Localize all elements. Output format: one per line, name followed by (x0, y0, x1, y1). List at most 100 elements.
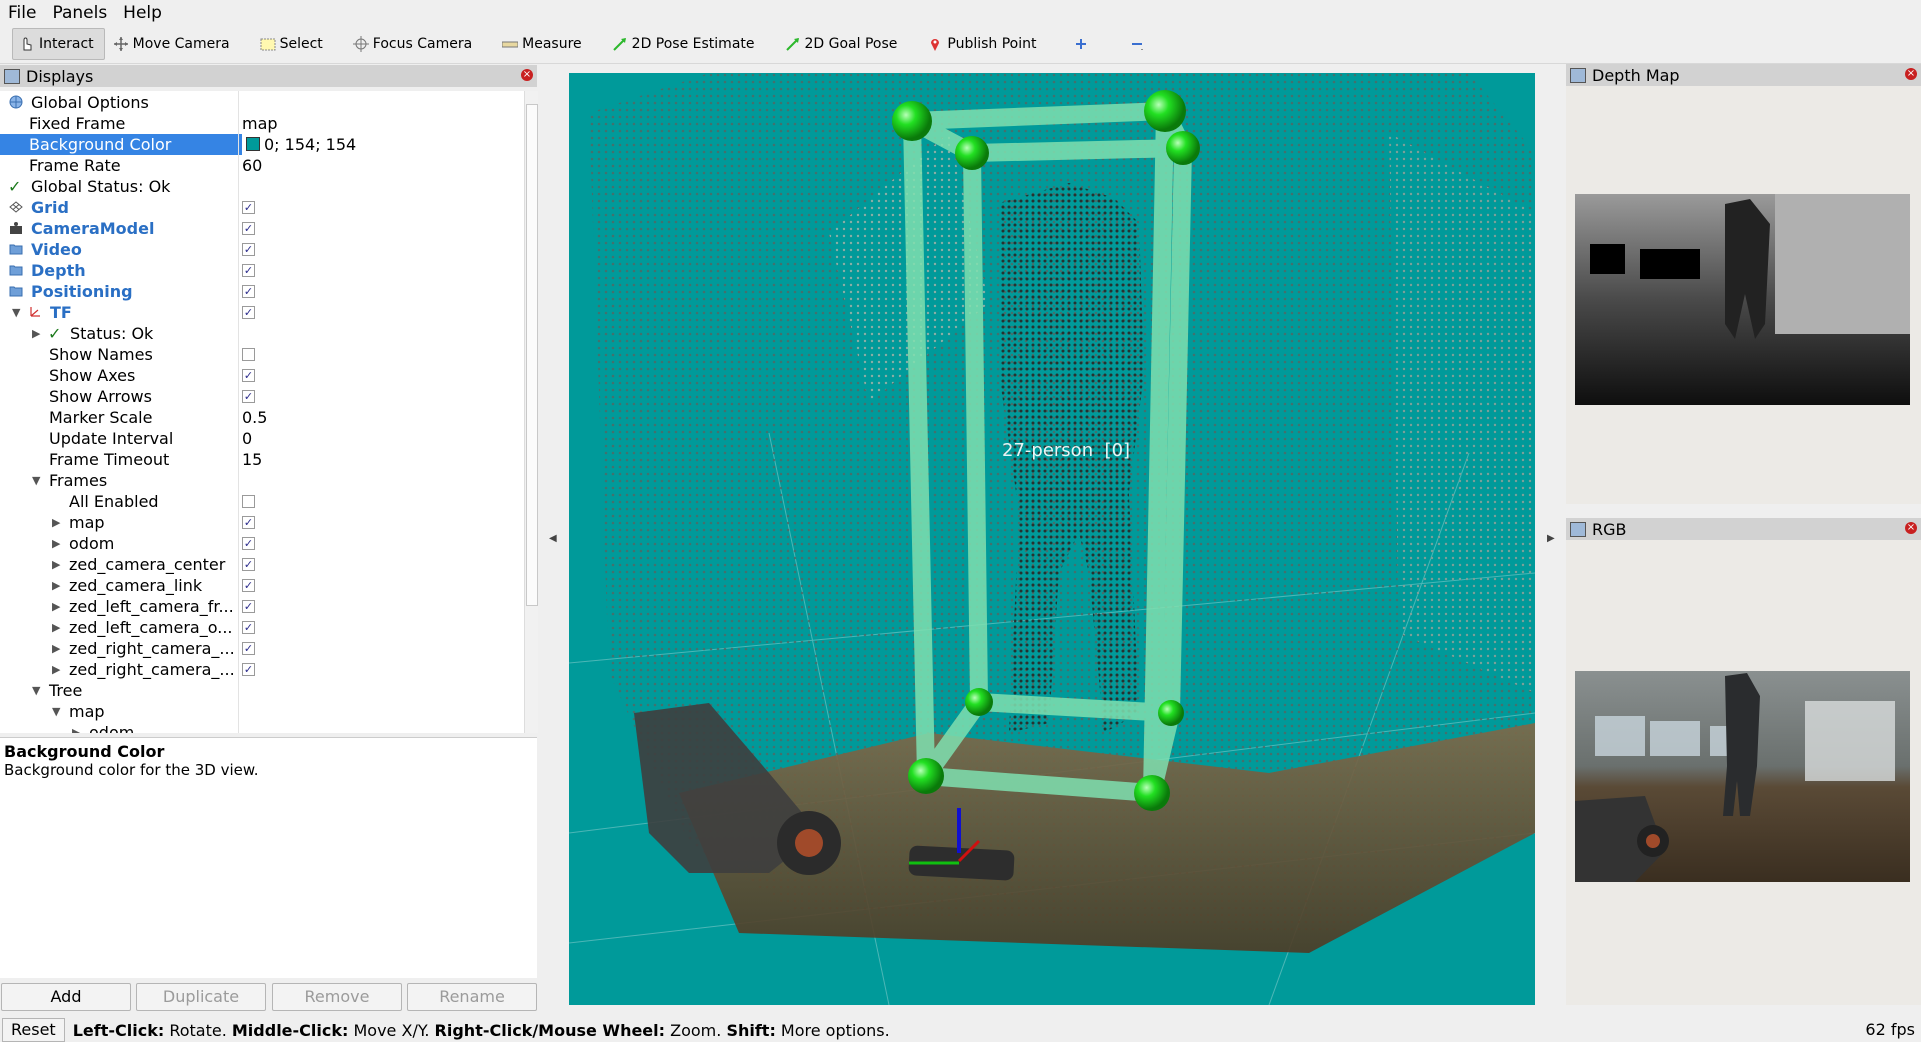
tree-row-all-enabled[interactable]: All Enabled (0, 491, 524, 512)
update-interval-value[interactable]: 0 (242, 428, 252, 449)
tree-row-video[interactable]: Video ✓ (0, 239, 524, 260)
tree-row-global-options[interactable]: Global Options (0, 92, 524, 113)
remove-tool-button[interactable] (1123, 29, 1159, 59)
frame-checkbox[interactable]: ✓ (242, 579, 255, 592)
expand-down-icon[interactable]: ▼ (32, 470, 40, 491)
publish-point-tool-button[interactable]: Publish Point (921, 29, 1046, 59)
remove-button[interactable]: Remove (272, 983, 402, 1011)
tree-row-frame-zed-camera-center[interactable]: ▶ zed_camera_center ✓ (0, 554, 524, 575)
tree-row-frame-rate[interactable]: Frame Rate 60 (0, 155, 524, 176)
video-checkbox[interactable]: ✓ (242, 243, 255, 256)
folder-icon (9, 265, 23, 276)
measure-tool-button[interactable]: Measure (496, 29, 592, 59)
reset-button[interactable]: Reset (2, 1018, 65, 1042)
expand-right-icon[interactable]: ▶ (52, 659, 60, 680)
expand-right-icon[interactable]: ▶ (52, 533, 60, 554)
collapse-left-arrow-icon[interactable]: ◀ (549, 533, 557, 544)
tree-row-update-interval[interactable]: Update Interval 0 (0, 428, 524, 449)
focus-camera-tool-button[interactable]: Focus Camera (347, 29, 482, 59)
close-icon[interactable]: × (1905, 522, 1917, 534)
tree-row-frame-zed-right-camera-1[interactable]: ▶ zed_right_camera_... ✓ (0, 638, 524, 659)
tree-row-show-names[interactable]: Show Names (0, 344, 524, 365)
show-arrows-checkbox[interactable]: ✓ (242, 390, 255, 403)
tf-axes-icon (30, 307, 40, 317)
tree-row-positioning[interactable]: Positioning ✓ (0, 281, 524, 302)
close-icon[interactable]: × (1905, 68, 1917, 80)
collapse-right-arrow-icon[interactable]: ▶ (1547, 533, 1555, 544)
tree-row-frame-zed-left-camera-optical[interactable]: ▶ zed_left_camera_o... ✓ (0, 617, 524, 638)
positioning-checkbox[interactable]: ✓ (242, 285, 255, 298)
close-icon[interactable]: × (521, 69, 533, 81)
tf-checkbox[interactable]: ✓ (242, 306, 255, 319)
show-axes-checkbox[interactable]: ✓ (242, 369, 255, 382)
menu-help[interactable]: Help (115, 3, 170, 23)
tree-row-depth[interactable]: Depth ✓ (0, 260, 524, 281)
expand-right-icon[interactable]: ▶ (52, 575, 60, 596)
rename-button[interactable]: Rename (407, 983, 537, 1011)
tree-row-marker-scale[interactable]: Marker Scale 0.5 (0, 407, 524, 428)
expand-right-icon[interactable]: ▶ (52, 638, 60, 659)
tree-row-tree-map[interactable]: ▼ map (0, 701, 524, 722)
expand-right-icon[interactable]: ▶ (72, 722, 80, 733)
tree-row-tree-odom[interactable]: ▶ odom (0, 722, 524, 733)
tree-row-fixed-frame[interactable]: Fixed Frame map (0, 113, 524, 134)
frame-checkbox[interactable]: ✓ (242, 600, 255, 613)
add-tool-button[interactable] (1067, 29, 1103, 59)
tree-row-camera-model[interactable]: CameraModel ✓ (0, 218, 524, 239)
frame-rate-value[interactable]: 60 (242, 155, 262, 176)
camera-model-checkbox[interactable]: ✓ (242, 222, 255, 235)
frame-checkbox[interactable]: ✓ (242, 558, 255, 571)
tree-row-frame-zed-camera-link[interactable]: ▶ zed_camera_link ✓ (0, 575, 524, 596)
tree-row-show-arrows[interactable]: Show Arrows ✓ (0, 386, 524, 407)
tree-scrollbar-thumb[interactable] (526, 104, 538, 606)
tree-row-frame-zed-right-camera-2[interactable]: ▶ zed_right_camera_... ✓ (0, 659, 524, 680)
tree-row-tf-status[interactable]: ▶ ✓ Status: Ok (0, 323, 524, 344)
frame-timeout-value[interactable]: 15 (242, 449, 262, 470)
grid-checkbox[interactable]: ✓ (242, 201, 255, 214)
menu-panels[interactable]: Panels (44, 3, 115, 23)
add-button[interactable]: Add (1, 983, 131, 1011)
marker-scale-value[interactable]: 0.5 (242, 407, 267, 428)
tree-label: zed_camera_link (69, 576, 203, 595)
frame-checkbox[interactable]: ✓ (242, 663, 255, 676)
tree-label: TF (50, 303, 72, 322)
tree-row-tree[interactable]: ▼ Tree (0, 680, 524, 701)
tree-row-frames[interactable]: ▼ Frames (0, 470, 524, 491)
duplicate-button[interactable]: Duplicate (136, 983, 266, 1011)
frame-checkbox[interactable]: ✓ (242, 642, 255, 655)
tree-row-frame-odom[interactable]: ▶ odom ✓ (0, 533, 524, 554)
background-color-value-cell[interactable]: 0; 154; 154 (242, 134, 524, 155)
depth-checkbox[interactable]: ✓ (242, 264, 255, 277)
tree-row-grid[interactable]: Grid ✓ (0, 197, 524, 218)
frame-checkbox[interactable]: ✓ (242, 621, 255, 634)
tree-row-show-axes[interactable]: Show Axes ✓ (0, 365, 524, 386)
fixed-frame-value[interactable]: map (242, 113, 278, 134)
tree-row-frame-timeout[interactable]: Frame Timeout 15 (0, 449, 524, 470)
select-tool-button[interactable]: Select (254, 29, 333, 59)
tree-label: Marker Scale (49, 408, 153, 427)
expand-right-icon[interactable]: ▶ (52, 512, 60, 533)
frame-checkbox[interactable]: ✓ (242, 537, 255, 550)
expand-down-icon[interactable]: ▼ (52, 701, 60, 722)
show-names-checkbox[interactable] (242, 348, 255, 361)
frame-checkbox[interactable]: ✓ (242, 516, 255, 529)
expand-right-icon[interactable]: ▶ (32, 323, 40, 344)
all-enabled-checkbox[interactable] (242, 495, 255, 508)
render-3d-view[interactable]: 27-person [0] (569, 73, 1535, 1005)
tree-row-tf[interactable]: ▼ TF ✓ (0, 302, 524, 323)
tree-row-frame-map[interactable]: ▶ map ✓ (0, 512, 524, 533)
expand-down-icon[interactable]: ▼ (32, 680, 40, 701)
move-camera-tool-button[interactable]: Move Camera (107, 29, 240, 59)
interact-tool-button[interactable]: Interact (12, 28, 105, 60)
expand-down-icon[interactable]: ▼ (12, 302, 20, 323)
expand-right-icon[interactable]: ▶ (52, 554, 60, 575)
tree-row-global-status[interactable]: ✓ Global Status: Ok (0, 176, 524, 197)
goal-pose-tool-button[interactable]: 2D Goal Pose (779, 29, 908, 59)
tree-row-frame-zed-left-camera-frame[interactable]: ▶ zed_left_camera_fr... ✓ (0, 596, 524, 617)
tree-row-background-color[interactable]: Background Color 0; 154; 154 (0, 134, 524, 155)
expand-right-icon[interactable]: ▶ (52, 617, 60, 638)
expand-right-icon[interactable]: ▶ (52, 596, 60, 617)
rgb-panel-title: RGB × (1566, 518, 1921, 540)
menu-file[interactable]: File (0, 3, 44, 23)
pose-estimate-tool-button[interactable]: 2D Pose Estimate (606, 29, 765, 59)
